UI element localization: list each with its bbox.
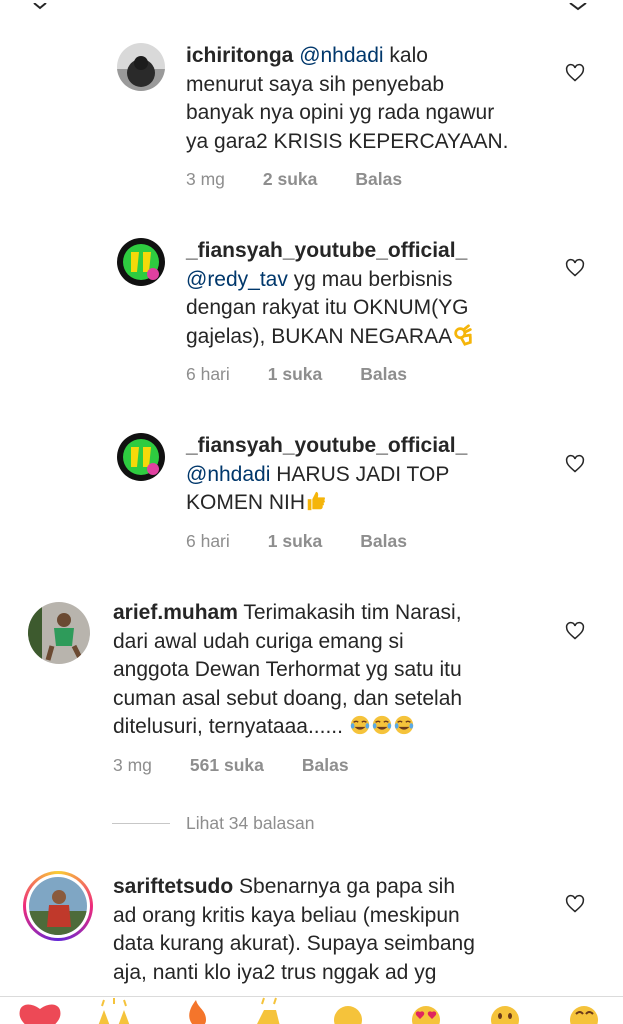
raised-hands-reaction-icon[interactable]	[98, 998, 130, 1024]
like-count[interactable]: 2 suka	[263, 169, 317, 190]
mention-link[interactable]: @redy_tav	[186, 268, 288, 291]
comment-line: gajelas), BUKAN NEGARAA	[186, 324, 453, 348]
reply-button[interactable]: Balas	[302, 755, 349, 776]
comment-line: kalo	[383, 44, 428, 67]
avatar	[29, 877, 87, 935]
avatar[interactable]	[117, 43, 165, 91]
comment-username[interactable]: _fiansyah_youtube_official_	[186, 239, 467, 262]
comment-line: yg mau berbisnis	[287, 267, 453, 291]
comment-line: data kurang akurat). Supaya seimbang	[113, 932, 475, 955]
comment-username[interactable]: sariftetsudo	[113, 875, 233, 898]
comment-username[interactable]: _fiansyah_youtube_official_	[186, 434, 467, 457]
reply-button[interactable]: Balas	[355, 169, 402, 190]
open-mouth-reaction-icon[interactable]	[491, 1006, 519, 1024]
comment-line: ad orang kritis kaya beliau (meskipun	[113, 903, 460, 927]
like-heart-icon[interactable]	[565, 63, 585, 83]
laughing-face-reaction-icon[interactable]	[570, 1006, 598, 1024]
heart-eyes-reaction-icon[interactable]	[412, 1006, 440, 1024]
tears-of-joy-emoji-icon	[372, 715, 391, 735]
comment-line: KOMEN NIH	[186, 491, 306, 514]
comment-line: menurut saya sih penyebab	[186, 72, 444, 96]
avatar[interactable]	[117, 433, 165, 481]
comment-line: Sbenarnya ga papa sih	[233, 875, 456, 898]
comment-text: ichiritonga @nhdadi kalo menurut saya si…	[186, 42, 509, 156]
fire-reaction-icon[interactable]	[189, 1000, 206, 1024]
ok-hand-emoji-icon	[454, 323, 472, 346]
comment-line: aja, nanti klo iya2 trus nggak ad yg	[113, 960, 437, 984]
mention-link[interactable]: @nhdadi	[186, 463, 270, 486]
view-replies-button[interactable]: Lihat 34 balasan	[112, 813, 314, 834]
clapping-hands-reaction-icon[interactable]	[256, 997, 280, 1024]
reply-button[interactable]: Balas	[360, 531, 407, 552]
previous-content-edge	[0, 0, 623, 11]
mention-link[interactable]: @nhdadi	[299, 44, 383, 67]
comment-text: arief.muham Terimakasih tim Narasi, dari…	[113, 599, 462, 742]
comment-line: dengan rakyat itu OKNUM(YG	[186, 296, 469, 319]
like-heart-icon[interactable]	[565, 621, 585, 641]
comment-time: 3 mg	[113, 755, 152, 775]
comment-line: ya gara2 KRISIS KEPERCAYAAN.	[186, 129, 509, 153]
comment-line: HARUS JADI TOP	[270, 462, 450, 486]
thumbs-up-emoji-icon	[307, 491, 325, 511]
comment-username[interactable]: arief.muham	[113, 601, 238, 624]
crying-face-reaction-icon[interactable]	[334, 1006, 362, 1024]
comment-line: banyak nya opini yg rada ngawur	[186, 101, 495, 124]
comment-text: _fiansyah_youtube_official_ @redy_tav yg…	[186, 237, 474, 351]
comment-meta: 3 mg 2 suka Balas	[186, 169, 440, 190]
avatar[interactable]	[28, 602, 90, 664]
comment-line: ditelusuri, ternyataaa......	[113, 715, 343, 738]
story-ring[interactable]	[23, 871, 93, 941]
comment-line: anggota Dewan Terhormat yg satu itu	[113, 658, 462, 681]
reply-button[interactable]: Balas	[360, 364, 407, 385]
heart-reaction-icon[interactable]	[19, 1004, 61, 1024]
comment-line: dari awal udah curiga emang si	[113, 629, 404, 653]
comment-time: 6 hari	[186, 531, 230, 551]
comment-username[interactable]: ichiritonga	[186, 44, 293, 67]
tears-of-joy-emoji-icon	[394, 715, 413, 735]
comment-time: 3 mg	[186, 169, 225, 189]
like-count[interactable]: 1 suka	[268, 364, 322, 385]
comment-text: sariftetsudo Sbenarnya ga papa sih ad or…	[113, 873, 475, 987]
like-heart-icon[interactable]	[565, 454, 585, 474]
comment-time: 6 hari	[186, 364, 230, 384]
view-replies-label: Lihat 34 balasan	[186, 813, 315, 833]
emoji-reaction-bar	[0, 996, 623, 1024]
comment-line: Terimakasih tim Narasi,	[237, 601, 462, 624]
avatar[interactable]	[117, 238, 165, 286]
divider	[112, 823, 170, 824]
comment-meta: 3 mg 561 suka Balas	[113, 755, 387, 776]
comment-text: _fiansyah_youtube_official_ @nhdadi HARU…	[186, 432, 467, 518]
like-heart-icon[interactable]	[565, 894, 585, 914]
comment-meta: 6 hari 1 suka Balas	[186, 364, 445, 385]
like-heart-icon[interactable]	[565, 258, 585, 278]
comment-meta: 6 hari 1 suka Balas	[186, 531, 445, 552]
tears-of-joy-emoji-icon	[350, 715, 369, 735]
comment-line: cuman asal sebut doang, dan setelah	[113, 686, 463, 710]
like-count[interactable]: 561 suka	[190, 755, 264, 776]
like-count[interactable]: 1 suka	[268, 531, 322, 552]
